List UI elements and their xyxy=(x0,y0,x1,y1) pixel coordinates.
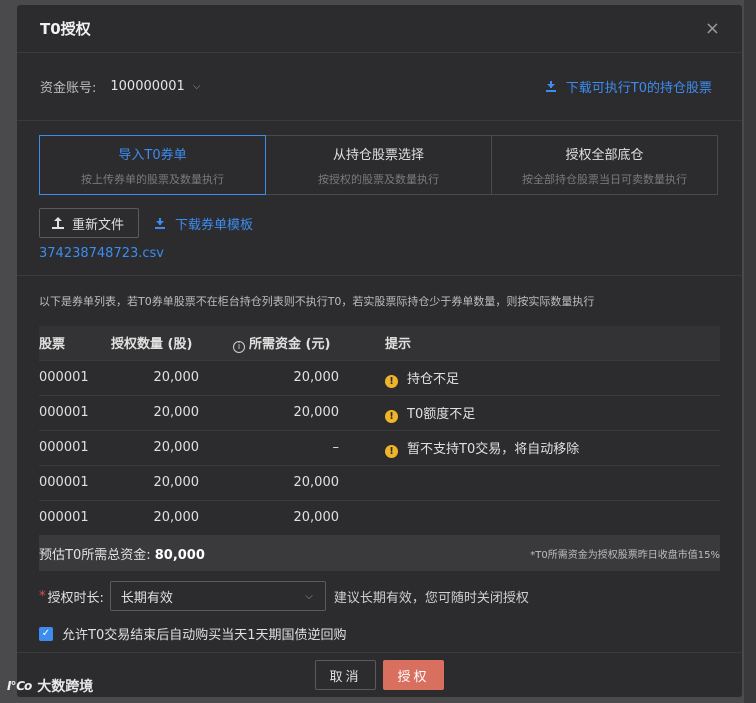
t0-auth-dialog: T0授权 × 资金账号: 100000001 ⌵ 下载可执行T0的持仓股票 导入… xyxy=(17,5,742,697)
duration-select[interactable]: 长期有效 ⌵ xyxy=(109,581,326,611)
auto-repo-row: ✓ 允许T0交易结束后自动购买当天1天期国债逆回购 xyxy=(17,624,742,643)
upload-icon xyxy=(52,217,64,229)
notice-section: 以下是券单列表，若T0券单股票不在柜台持仓列表则不执行T0，若实股票际持仓少于券… xyxy=(17,275,742,309)
cell-qty: 20,000 xyxy=(109,429,199,465)
cancel-button[interactable]: 取消 xyxy=(315,660,376,690)
cell-tip: ! 持仓不足 xyxy=(339,359,720,395)
tab-select-holdings[interactable]: 从持仓股票选择 按授权的股票及数量执行 xyxy=(265,135,492,195)
table-row: 000001 20,000 20,000 ! 持仓不足 xyxy=(39,359,720,395)
header-qty: 授权数量 (股) xyxy=(111,337,193,353)
watermark-text: 大数跨境 xyxy=(37,679,94,695)
file-row: 重新文件 下载券单模板 xyxy=(39,208,720,238)
cell-qty: 20,000 xyxy=(109,464,199,500)
mode-section: 导入T0券单 按上传券单的股票及数量执行 从持仓股票选择 按授权的股票及数量执行… xyxy=(17,121,742,261)
download-holdings-label: 下载可执行T0的持仓股票 xyxy=(565,81,712,96)
duration-value: 长期有效 xyxy=(120,590,173,606)
download-holdings-link[interactable]: 下载可执行T0的持仓股票 xyxy=(545,77,712,96)
authorize-button[interactable]: 授权 xyxy=(383,660,444,690)
account-row: 资金账号: 100000001 ⌵ 下载可执行T0的持仓股票 xyxy=(17,53,742,121)
cell-funds: – xyxy=(199,429,339,465)
total-summary: 预估T0所需总资金: 80,000 *T0所需资金为授权股票昨日收盘市值15% xyxy=(39,535,720,571)
download-template-link[interactable]: 下载券单模板 xyxy=(155,214,253,233)
mode-title: 授权全部底仓 xyxy=(565,147,644,163)
required-mark: * xyxy=(39,588,46,604)
tab-import-order[interactable]: 导入T0券单 按上传券单的股票及数量执行 xyxy=(39,135,266,195)
table-row: 000001 20,000 20,000 xyxy=(39,464,720,500)
account-value: 100000001 xyxy=(110,79,185,94)
watermark-logo: I℃o xyxy=(7,679,32,693)
summary-value: 80,000 xyxy=(154,547,205,563)
cell-funds: 20,000 xyxy=(199,464,339,500)
cell-qty: 20,000 xyxy=(109,359,199,395)
cell-qty: 20,000 xyxy=(109,499,199,535)
notice-text: 以下是券单列表，若T0券单股票不在柜台持仓列表则不执行T0，若实股票际持仓少于券… xyxy=(39,295,595,308)
cell-funds: 20,000 xyxy=(199,499,339,535)
download-icon xyxy=(545,81,556,92)
cell-funds: 20,000 xyxy=(199,359,339,395)
summary-note: *T0所需资金为授权股票昨日收盘市值15% xyxy=(530,549,720,561)
mode-subtitle: 按全部持仓股票当日可卖数量执行 xyxy=(522,172,687,186)
order-table: 股票 授权数量 (股) i 所需资金 (元) 提示 000001 20,000 2… xyxy=(39,326,720,535)
account-label: 资金账号: xyxy=(40,81,97,96)
auto-repo-checkbox[interactable]: ✓ xyxy=(39,626,53,641)
duration-hint: 建议长期有效，您可随时关闭授权 xyxy=(333,590,529,606)
dialog-title: T0授权 xyxy=(40,20,91,38)
mode-subtitle: 按上传券单的股票及数量执行 xyxy=(81,172,224,186)
cell-stock: 000001 xyxy=(39,359,109,395)
cell-tip: ! 暂不支持T0交易，将自动移除 xyxy=(339,429,720,465)
table-row: 000001 20,000 20,000 xyxy=(39,499,720,535)
cell-tip xyxy=(339,499,720,535)
cell-tip: ! T0额度不足 xyxy=(339,394,720,430)
duration-row: * 授权时长: 长期有效 ⌵ 建议长期有效，您可随时关闭授权 xyxy=(17,581,742,611)
summary-total: 预估T0所需总资金: 80,000 xyxy=(39,547,205,563)
table-header-row: 股票 授权数量 (股) i 所需资金 (元) 提示 xyxy=(39,326,720,360)
cell-qty: 20,000 xyxy=(109,394,199,430)
table-row: 000001 20,000 20,000 ! T0额度不足 xyxy=(39,394,720,430)
reupload-label: 重新文件 xyxy=(72,216,125,232)
account-select[interactable]: 100000001 ⌵ xyxy=(110,79,200,94)
mode-tabs: 导入T0券单 按上传券单的股票及数量执行 从持仓股票选择 按授权的股票及数量执行… xyxy=(39,135,720,195)
warning-icon: ! xyxy=(385,444,398,458)
dialog-header: T0授权 × xyxy=(17,5,742,53)
cell-funds: 20,000 xyxy=(199,394,339,430)
account-field: 资金账号: 100000001 ⌵ xyxy=(40,77,200,96)
info-icon[interactable]: i xyxy=(233,340,245,353)
uploaded-filename[interactable]: 374238748723.csv xyxy=(39,246,164,261)
dialog-footer: 取消 授权 xyxy=(17,652,742,697)
mode-title: 从持仓股票选择 xyxy=(332,147,424,163)
header-tip: 提示 xyxy=(385,337,412,353)
warning-icon: ! xyxy=(385,374,398,388)
watermark: I℃o 大数跨境 xyxy=(7,676,93,696)
table-row: 000001 20,000 – ! 暂不支持T0交易，将自动移除 xyxy=(39,429,720,465)
cell-stock: 000001 xyxy=(39,464,109,500)
header-stock: 股票 xyxy=(39,337,66,353)
cell-stock: 000001 xyxy=(39,499,109,535)
header-funds: i 所需资金 (元) xyxy=(199,326,339,360)
cell-stock: 000001 xyxy=(39,429,109,465)
mode-subtitle: 按授权的股票及数量执行 xyxy=(318,172,439,186)
chevron-down-icon: ⌵ xyxy=(192,81,201,92)
backdrop xyxy=(744,0,756,703)
mode-title: 导入T0券单 xyxy=(118,147,187,163)
reupload-button[interactable]: 重新文件 xyxy=(39,208,140,238)
chevron-down-icon: ⌵ xyxy=(305,590,313,602)
duration-label: 授权时长: xyxy=(47,590,104,606)
download-template-label: 下载券单模板 xyxy=(175,217,254,233)
download-icon xyxy=(155,217,166,229)
close-icon[interactable]: × xyxy=(705,19,720,38)
warning-icon: ! xyxy=(385,409,398,423)
auto-repo-label[interactable]: 允许T0交易结束后自动购买当天1天期国债逆回购 xyxy=(62,624,346,643)
cell-stock: 000001 xyxy=(39,394,109,430)
tab-authorize-all[interactable]: 授权全部底仓 按全部持仓股票当日可卖数量执行 xyxy=(491,135,718,195)
cell-tip xyxy=(339,464,720,500)
